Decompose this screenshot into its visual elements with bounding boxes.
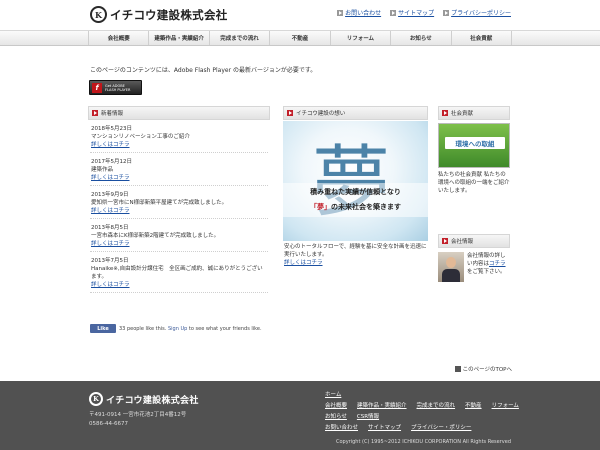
list-item: 2017年5月12日 建築作品 詳しくはコチラ <box>90 153 268 186</box>
footer-tel: 0586-44-6677 <box>89 421 128 427</box>
footer-zip-address: 〒491-0914 一宮市花池2丁目4番12号 <box>89 412 187 418</box>
logo-mark-icon: K <box>90 6 107 23</box>
facebook-like-widget: Like 33 people like this. Sign Up to see… <box>90 324 262 333</box>
top-links: お問い合わせ サイトマップ プライバシーポリシー <box>328 8 511 17</box>
avatar <box>438 252 464 282</box>
arrow-up-icon <box>454 366 461 372</box>
flash-badge-line2: FLASH PLAYER <box>105 87 131 92</box>
nav-item-company[interactable]: 会社概要 <box>88 31 150 45</box>
vision-line1: 積み重ねた実績が信頼となり <box>310 187 401 196</box>
arrow-right-icon <box>390 9 397 16</box>
footer-address: 〒491-0914 一宮市花池2丁目4番12号 0586-44-6677 <box>89 411 186 429</box>
nav-item-news[interactable]: お知らせ <box>391 31 452 45</box>
get-flash-player-button[interactable]: f Get ADOBE FLASH PLAYER <box>89 80 142 95</box>
company-heading: 会社情報 <box>438 234 510 248</box>
news-more-link[interactable]: 詳しくはコチラ <box>91 281 268 289</box>
news-text: 一宮市森本にK様邸新築2階建てが完成致しました。 <box>91 233 220 239</box>
news-more-link[interactable]: 詳しくはコチラ <box>91 141 268 149</box>
flash-logo-icon: f <box>92 82 102 93</box>
news-date: 2017年5月12日 <box>91 159 132 165</box>
footer-link-works[interactable]: 建築作品・実績紹介 <box>357 401 407 412</box>
nav-item-works[interactable]: 建築作品・実績紹介 <box>149 31 210 45</box>
footer-link-reform[interactable]: リフォーム <box>492 401 519 412</box>
vision-line2: 「夢」の未来社会を築きます <box>310 202 401 211</box>
back-to-top-link[interactable]: このページのTOPへ <box>454 365 512 373</box>
list-item: 2013年8月5日 一宮市森本にK様邸新築2階建てが完成致しました。 詳しくはコ… <box>90 219 268 252</box>
news-heading: 新着情報 <box>88 106 270 120</box>
logo-mark-icon: K <box>89 392 103 406</box>
nav-item-social[interactable]: 社会貢献 <box>452 31 512 45</box>
facebook-signup-link[interactable]: Sign Up <box>168 326 187 332</box>
site-logo[interactable]: K イチコウ建設株式会社 <box>90 6 228 23</box>
news-text: 建築作品 <box>91 167 114 173</box>
vision-heading: イチコウ建設の想い <box>283 106 428 120</box>
footer-link-contact[interactable]: お問い合わせ <box>325 423 358 434</box>
vision-image: 夢 積み重ねた実績が信頼となり 「夢」の未来社会を築きます <box>283 121 428 241</box>
news-more-link[interactable]: 詳しくはコチラ <box>91 240 268 248</box>
privacy-policy-link[interactable]: プライバシーポリシー <box>443 8 511 17</box>
facebook-like-button[interactable]: Like <box>90 324 116 333</box>
site-header: K イチコウ建設株式会社 お問い合わせ サイトマップ プライバシーポリシー <box>0 0 600 30</box>
news-text: マンションリノベーション工事のご紹介 <box>91 134 190 140</box>
environment-banner[interactable]: 環境への取組 <box>438 123 510 168</box>
facebook-like-count: 33 people like this. <box>119 325 167 332</box>
news-text: Hanaike※,自由設計分譲住宅 全区画ご成約、誠にありがとうございます。 <box>91 266 263 280</box>
social-section: 社会貢献 環境への取組 私たちの社会貢献 私たちの環境への取組の一端をご紹介いた… <box>438 106 510 195</box>
global-nav: 会社概要 建築作品・実績紹介 完成までの流れ 不動産 リフォーム お知らせ 社会… <box>0 30 600 46</box>
footer-logo[interactable]: K イチコウ建設株式会社 <box>89 392 199 406</box>
footer-link-news[interactable]: お知らせ <box>325 412 347 423</box>
list-item: 2013年9月9日 愛知県一宮市にN様邸新築平屋建てが完成致しました。 詳しくは… <box>90 186 268 219</box>
footer-links: ホーム 会社概要 建築作品・実績紹介 完成までの流れ 不動産 リフォーム お知ら… <box>325 390 529 434</box>
footer-link-privacy[interactable]: プライバシー・ポリシー <box>411 423 471 434</box>
footer-link-real-estate[interactable]: 不動産 <box>465 401 482 412</box>
footer-link-csr[interactable]: CSR情報 <box>357 412 379 423</box>
footer-link-sitemap[interactable]: サイトマップ <box>368 423 401 434</box>
facebook-like-rest: to see what your friends like. <box>188 325 262 332</box>
arrow-right-icon <box>442 110 448 116</box>
news-date: 2013年7月5日 <box>91 258 129 264</box>
news-date: 2018年5月23日 <box>91 126 132 132</box>
news-more-link[interactable]: 詳しくはコチラ <box>91 207 268 215</box>
nav-item-flow[interactable]: 完成までの流れ <box>210 31 271 45</box>
logo-text: イチコウ建設株式会社 <box>110 7 228 22</box>
footer-link-flow[interactable]: 完成までの流れ <box>417 401 456 412</box>
nav-item-real-estate[interactable]: 不動産 <box>270 31 331 45</box>
news-more-link[interactable]: 詳しくはコチラ <box>91 174 268 182</box>
arrow-right-icon <box>442 238 448 244</box>
footer-link-company[interactable]: 会社概要 <box>325 401 347 412</box>
news-section: 新着情報 2018年5月23日 マンションリノベーション工事のご紹介 詳しくはコ… <box>88 106 270 293</box>
news-date: 2013年9月9日 <box>91 192 129 198</box>
company-link[interactable]: コチラ <box>489 261 506 267</box>
vision-section: イチコウ建設の想い 夢 積み重ねた実績が信頼となり 「夢」の未来社会を築きます … <box>283 106 428 267</box>
footer-link-home[interactable]: ホーム <box>325 390 341 401</box>
copyright: Copyright (C) 1995~2012 ICHIKOU CORPORAT… <box>336 439 511 445</box>
arrow-right-icon <box>443 9 450 16</box>
nav-item-reform[interactable]: リフォーム <box>331 31 392 45</box>
vision-description: 安心のトータルフローで、経験を基に安全な計画を迅速に実行いたします。 <box>284 244 427 258</box>
environment-banner-label: 環境への取組 <box>445 137 505 149</box>
vision-more-link[interactable]: 詳しくはコチラ <box>283 259 428 267</box>
arrow-right-icon <box>337 9 344 16</box>
news-text: 愛知県一宮市にN様邸新築平屋建てが完成致しました。 <box>91 200 228 206</box>
contact-link[interactable]: お問い合わせ <box>337 8 381 17</box>
news-date: 2013年8月5日 <box>91 225 129 231</box>
list-item: 2018年5月23日 マンションリノベーション工事のご紹介 詳しくはコチラ <box>90 120 268 153</box>
social-text: 私たちの社会貢献 私たちの環境への取組の一端をご紹介いたします。 <box>438 172 510 194</box>
arrow-right-icon <box>92 110 98 116</box>
company-text: 会社情報の詳しい内容はコチラをご覧下さい。 <box>467 253 506 275</box>
sitemap-link[interactable]: サイトマップ <box>390 8 434 17</box>
company-section: 会社情報 会社情報の詳しい内容はコチラをご覧下さい。 <box>438 234 510 282</box>
site-footer: K イチコウ建設株式会社 〒491-0914 一宮市花池2丁目4番12号 058… <box>0 381 600 450</box>
footer-logo-text: イチコウ建設株式会社 <box>106 395 199 406</box>
list-item: 2013年7月5日 Hanaike※,自由設計分譲住宅 全区画ご成約、誠にありが… <box>90 252 268 293</box>
flash-notice: このページのコンテンツには、Adobe Flash Player の最新バージョ… <box>90 67 317 74</box>
social-heading: 社会貢献 <box>438 106 510 120</box>
arrow-right-icon <box>287 110 293 116</box>
